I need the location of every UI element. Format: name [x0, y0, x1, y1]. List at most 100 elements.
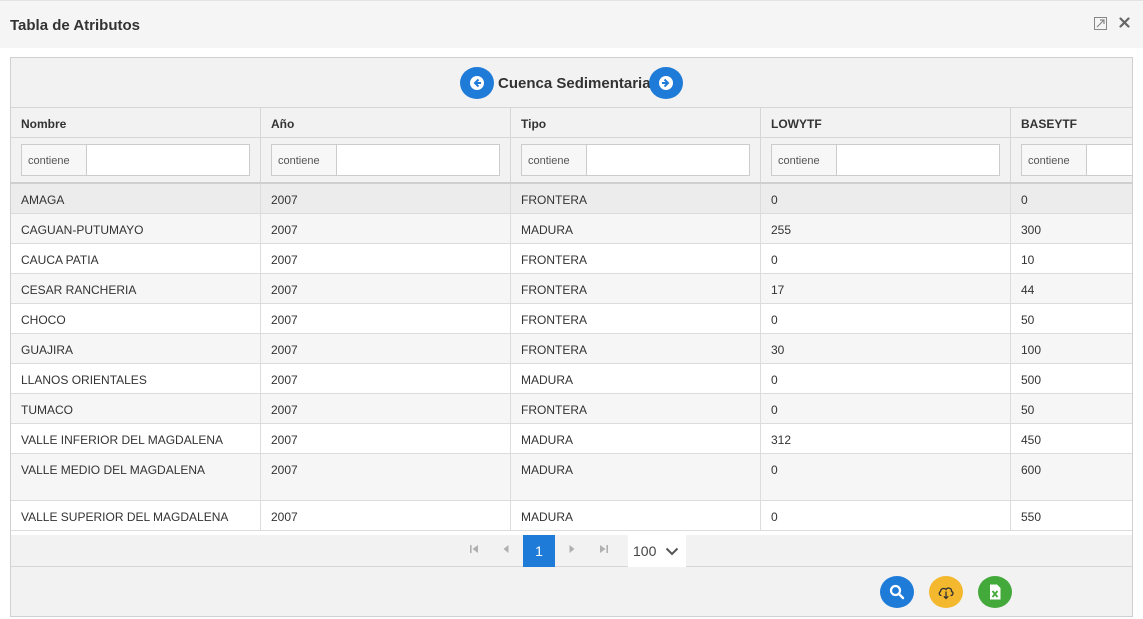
table-cell-baseytf: 550	[1011, 501, 1132, 530]
table-cell-lowytf: 30	[761, 334, 1011, 363]
table-row[interactable]: CESAR RANCHERIA 2007 FRONTERA 17 44	[11, 274, 1132, 304]
table-row[interactable]: TUMACO 2007 FRONTERA 0 50	[11, 394, 1132, 424]
last-page-icon[interactable]	[588, 535, 620, 567]
chevron-down-icon	[665, 547, 679, 556]
column-header-lowytf[interactable]: LOWYTF	[761, 108, 1011, 138]
table-cell-nombre: VALLE INFERIOR DEL MAGDALENA	[11, 424, 261, 453]
filter-row: contiene contiene contiene contiene contiene	[11, 138, 1132, 184]
page-size-select[interactable]: 100	[628, 535, 686, 567]
table-cell-nombre: GUAJIRA	[11, 334, 261, 363]
table-cell-lowytf: 255	[761, 214, 1011, 243]
table-cell-ano: 2007	[261, 244, 511, 273]
filter-input[interactable]	[586, 144, 750, 176]
layer-navigator: Cuenca Sedimentaria	[11, 58, 1132, 108]
column-header-ano[interactable]: Año	[261, 108, 511, 138]
table-cell-baseytf: 500	[1011, 364, 1132, 393]
column-filter-tipo: contiene	[511, 138, 761, 182]
table-row[interactable]: CAGUAN-PUTUMAYO 2007 MADURA 255 300	[11, 214, 1132, 244]
filter-operator-dropdown[interactable]: contiene	[521, 144, 587, 176]
first-page-icon[interactable]	[458, 535, 490, 567]
table-cell-baseytf: 50	[1011, 394, 1132, 423]
table-cell-lowytf: 0	[761, 304, 1011, 333]
next-layer-button[interactable]	[649, 67, 683, 99]
table-row[interactable]: GUAJIRA 2007 FRONTERA 30 100	[11, 334, 1132, 364]
filter-input[interactable]	[86, 144, 250, 176]
previous-layer-button[interactable]	[460, 67, 494, 99]
attribute-table-panel: Cuenca Sedimentaria Nombre Año Tipo LOWYTF B…	[10, 57, 1133, 617]
table-cell-tipo: FRONTERA	[511, 184, 761, 213]
column-filter-nombre: contiene	[11, 138, 261, 182]
table-cell-ano: 2007	[261, 364, 511, 393]
window-title: Tabla de Atributos	[10, 17, 141, 34]
table-cell-baseytf: 10	[1011, 244, 1132, 273]
filter-input[interactable]	[836, 144, 1000, 176]
window-titlebar: Tabla de Atributos	[0, 0, 1143, 48]
table-cell-nombre: VALLE MEDIO DEL MAGDALENA	[11, 454, 261, 500]
table-cell-nombre: AMAGA	[11, 184, 261, 213]
table-row[interactable]: CAUCA PATIA 2007 FRONTERA 0 10	[11, 244, 1132, 274]
filter-input[interactable]	[1086, 144, 1132, 176]
column-header-row: Nombre Año Tipo LOWYTF BASEYTF	[11, 108, 1132, 138]
table-cell-nombre: CESAR RANCHERIA	[11, 274, 261, 303]
table-cell-nombre: CAGUAN-PUTUMAYO	[11, 214, 261, 243]
table-cell-lowytf: 312	[761, 424, 1011, 453]
column-header-tipo[interactable]: Tipo	[511, 108, 761, 138]
table-cell-lowytf: 17	[761, 274, 1011, 303]
table-row[interactable]: LLANOS ORIENTALES 2007 MADURA 0 500	[11, 364, 1132, 394]
table-cell-baseytf: 0	[1011, 184, 1132, 213]
table-row[interactable]: VALLE INFERIOR DEL MAGDALENA 2007 MADURA 31…	[11, 424, 1132, 454]
table-cell-tipo: MADURA	[511, 454, 761, 500]
filter-operator-dropdown[interactable]: contiene	[1021, 144, 1087, 176]
attribute-grid: Nombre Año Tipo LOWYTF BASEYTF contiene conti…	[11, 108, 1132, 535]
arrow-left-circle-icon	[470, 76, 484, 90]
current-page-button[interactable]: 1	[523, 535, 555, 567]
table-cell-nombre: VALLE SUPERIOR DEL MAGDALENA	[11, 501, 261, 530]
pagination-bar: 1 100	[11, 535, 1132, 567]
search-button[interactable]	[880, 576, 914, 608]
table-cell-lowytf: 0	[761, 364, 1011, 393]
table-cell-baseytf: 600	[1011, 454, 1132, 500]
table-cell-ano: 2007	[261, 334, 511, 363]
table-cell-nombre: LLANOS ORIENTALES	[11, 364, 261, 393]
column-header-nombre[interactable]: Nombre	[11, 108, 261, 138]
excel-file-icon	[990, 584, 1001, 600]
table-cell-tipo: MADURA	[511, 501, 761, 530]
column-header-baseytf[interactable]: BASEYTF	[1011, 108, 1132, 138]
column-filter-lowytf: contiene	[761, 138, 1011, 182]
table-cell-lowytf: 0	[761, 244, 1011, 273]
next-page-icon[interactable]	[556, 535, 588, 567]
table-cell-ano: 2007	[261, 274, 511, 303]
table-row[interactable]: VALLE SUPERIOR DEL MAGDALENA 2007 MADURA 0 5…	[11, 501, 1132, 531]
filter-input[interactable]	[336, 144, 500, 176]
table-cell-tipo: MADURA	[511, 364, 761, 393]
cloud-download-icon	[938, 587, 954, 600]
table-cell-lowytf: 0	[761, 454, 1011, 500]
table-cell-ano: 2007	[261, 454, 511, 500]
expand-icon[interactable]	[1093, 17, 1107, 31]
table-cell-baseytf: 100	[1011, 334, 1132, 363]
table-cell-baseytf: 450	[1011, 424, 1132, 453]
export-excel-button[interactable]	[978, 576, 1012, 608]
table-row[interactable]: VALLE MEDIO DEL MAGDALENA 2007 MADURA 0 600	[11, 454, 1132, 501]
table-cell-ano: 2007	[261, 394, 511, 423]
table-cell-tipo: FRONTERA	[511, 334, 761, 363]
table-cell-baseytf: 50	[1011, 304, 1132, 333]
action-footer	[11, 568, 1132, 616]
filter-operator-dropdown[interactable]: contiene	[21, 144, 87, 176]
download-button[interactable]	[929, 576, 963, 608]
table-cell-lowytf: 0	[761, 184, 1011, 213]
table-row[interactable]: AMAGA 2007 FRONTERA 0 0	[11, 184, 1132, 214]
table-cell-nombre: TUMACO	[11, 394, 261, 423]
table-cell-tipo: MADURA	[511, 424, 761, 453]
table-row[interactable]: CHOCO 2007 FRONTERA 0 50	[11, 304, 1132, 334]
filter-operator-dropdown[interactable]: contiene	[271, 144, 337, 176]
table-cell-ano: 2007	[261, 424, 511, 453]
column-filter-ano: contiene	[261, 138, 511, 182]
prev-page-icon[interactable]	[490, 535, 522, 567]
table-cell-ano: 2007	[261, 214, 511, 243]
filter-operator-dropdown[interactable]: contiene	[771, 144, 837, 176]
table-cell-baseytf: 44	[1011, 274, 1132, 303]
close-icon[interactable]	[1117, 17, 1131, 31]
table-cell-tipo: FRONTERA	[511, 274, 761, 303]
table-cell-lowytf: 0	[761, 394, 1011, 423]
